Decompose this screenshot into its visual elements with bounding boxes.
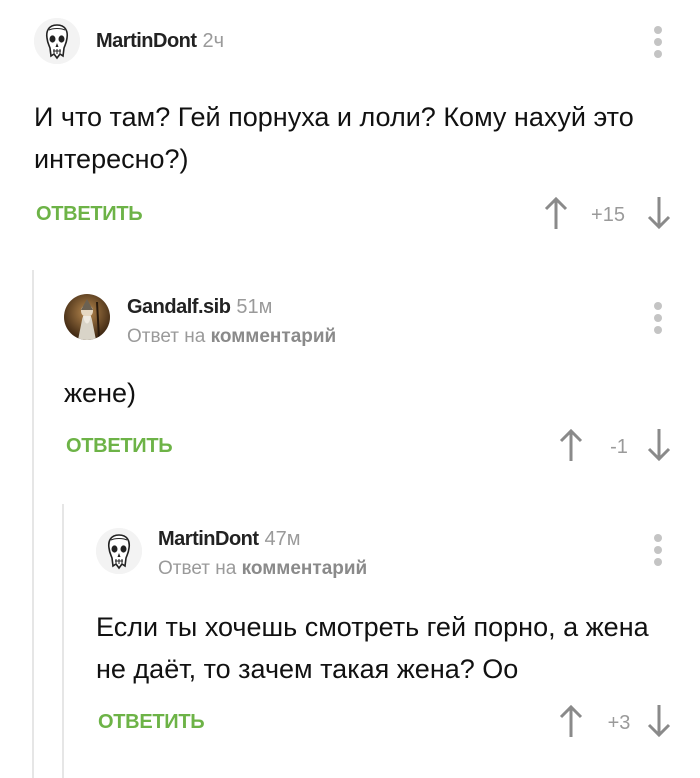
comment-rating: +3 [607, 712, 631, 734]
gandalf-avatar-icon [64, 294, 110, 340]
more-options-icon[interactable] [654, 534, 664, 566]
avatar[interactable] [64, 294, 110, 340]
author-name[interactable]: MartinDont 47м [158, 528, 301, 551]
downvote-arrow-icon[interactable] [646, 704, 672, 738]
author-name[interactable]: MartinDont 2ч [96, 30, 224, 53]
comment-reply: MartinDont 47м Ответ на комментарий Если … [0, 514, 700, 778]
comment: MartinDont 2ч И что там? Гей порнуха и ло… [0, 0, 700, 250]
vote-controls: -1 [556, 428, 680, 468]
upvote-arrow-icon[interactable] [543, 196, 569, 230]
comment-time: 2ч [202, 30, 225, 52]
skull-avatar-icon [96, 528, 142, 574]
comment-time: 51м [236, 296, 273, 318]
comment-rating: +15 [591, 204, 625, 226]
reply-button[interactable]: ОТВЕТИТЬ [36, 203, 143, 226]
downvote-arrow-icon[interactable] [646, 196, 672, 230]
reply-button[interactable]: ОТВЕТИТЬ [98, 711, 205, 734]
upvote-arrow-icon[interactable] [558, 704, 584, 738]
reply-to-line: Ответ на комментарий [127, 326, 337, 347]
comment-text: И что там? Гей порнуха и лоли? Кому наху… [34, 102, 634, 174]
author-name[interactable]: Gandalf.sib 51м [127, 296, 272, 319]
more-options-icon[interactable] [654, 302, 664, 334]
vote-controls: +15 [540, 196, 680, 236]
more-options-icon[interactable] [654, 26, 664, 58]
comment-text: Если ты хочешь смотреть гей порно, а жен… [96, 612, 649, 684]
comment-reply: Gandalf.sib 51м Ответ на комментарий жене… [0, 280, 700, 480]
reply-to-link[interactable]: комментарий [242, 558, 368, 579]
reply-to-line: Ответ на комментарий [158, 558, 368, 579]
skull-avatar-icon [34, 18, 80, 64]
comment-text: жене) [64, 378, 136, 408]
reply-button[interactable]: ОТВЕТИТЬ [66, 435, 173, 458]
upvote-arrow-icon[interactable] [558, 428, 584, 462]
avatar[interactable] [96, 528, 142, 574]
reply-to-link[interactable]: комментарий [211, 326, 337, 347]
avatar[interactable] [34, 18, 80, 64]
vote-controls: +3 [556, 704, 680, 744]
downvote-arrow-icon[interactable] [646, 428, 672, 462]
comment-time: 47м [264, 528, 301, 550]
comment-rating: -1 [610, 436, 628, 458]
